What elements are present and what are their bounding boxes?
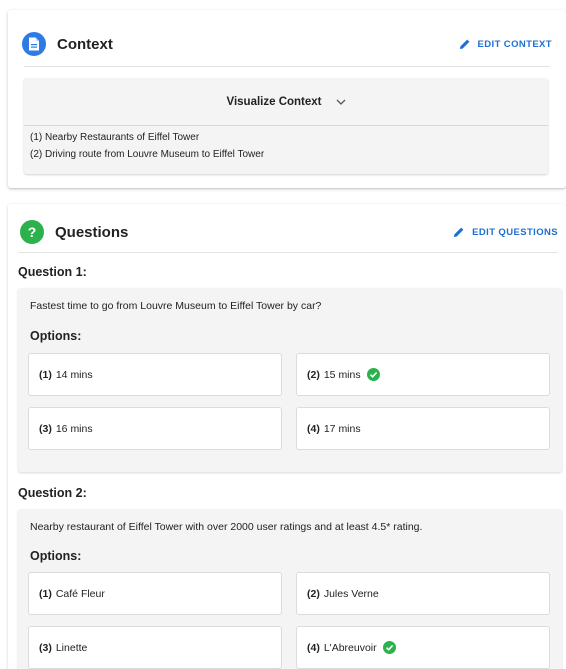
check-circle-icon: [366, 368, 380, 381]
question-text: Fastest time to go from Louvre Museum to…: [30, 300, 322, 312]
context-title: Context: [57, 35, 113, 53]
visualize-context-toggle[interactable]: Visualize Context: [24, 92, 548, 112]
question-panel: Fastest time to go from Louvre Museum to…: [18, 288, 562, 472]
option-number: (1): [39, 368, 52, 381]
option-text: Linette: [55, 641, 88, 654]
question-label: Question 2:: [18, 486, 87, 500]
context-card: Context EDIT CONTEXT Visualize Context (…: [8, 10, 566, 188]
options-label: Options:: [30, 329, 82, 343]
edit-context-button[interactable]: EDIT CONTEXT: [459, 38, 552, 50]
option-number: (1): [39, 587, 52, 600]
question-text: Nearby restaurant of Eiffel Tower with o…: [30, 521, 423, 533]
check-circle-icon: [382, 641, 396, 654]
option-text: 16 mins: [55, 422, 93, 435]
option-button[interactable]: (4) 17 mins: [296, 407, 550, 450]
option-text: Café Fleur: [55, 587, 105, 600]
pencil-icon: [454, 227, 464, 237]
option-number: (4): [307, 641, 320, 654]
svg-text:?: ?: [28, 225, 37, 239]
edit-context-label: EDIT CONTEXT: [477, 38, 552, 50]
context-header: Context EDIT CONTEXT: [8, 16, 566, 72]
option-button[interactable]: (4) L'Abreuvoir: [296, 626, 550, 669]
question-panel: Nearby restaurant of Eiffel Tower with o…: [18, 509, 562, 669]
chevron-down-icon: [336, 99, 345, 105]
visualize-context-title: Visualize Context: [226, 96, 322, 108]
option-text: L'Abreuvoir: [323, 641, 377, 654]
options-label: Options:: [30, 549, 82, 563]
option-number: (3): [39, 422, 52, 435]
context-item: (1) Nearby Restaurants of Eiffel Tower: [30, 132, 200, 143]
document-icon: [22, 32, 46, 56]
option-number: (2): [307, 368, 320, 381]
questions-title: Questions: [55, 223, 129, 241]
option-button[interactable]: (3) Linette: [28, 626, 282, 669]
edit-questions-button[interactable]: EDIT QUESTIONS: [453, 226, 558, 238]
option-button[interactable]: (1) 14 mins: [28, 353, 282, 396]
question-label: Question 1:: [18, 265, 87, 279]
option-text: Jules Verne: [323, 587, 379, 600]
pencil-icon: [459, 39, 469, 49]
option-text: 14 mins: [55, 368, 93, 381]
questions-divider: [18, 252, 558, 253]
question-mark-icon: ?: [20, 220, 44, 244]
option-number: (2): [307, 587, 320, 600]
visualize-context-panel: Visualize Context (1) Nearby Restaurants…: [24, 78, 548, 174]
option-number: (4): [307, 422, 320, 435]
context-divider: [24, 66, 550, 67]
questions-card: ? Questions EDIT QUESTIONS Question 1: F…: [8, 204, 566, 669]
option-button[interactable]: (2) Jules Verne: [296, 572, 550, 615]
option-text: 17 mins: [323, 422, 361, 435]
edit-questions-label: EDIT QUESTIONS: [472, 226, 558, 238]
option-button[interactable]: (1) Café Fleur: [28, 572, 282, 615]
option-button[interactable]: (3) 16 mins: [28, 407, 282, 450]
option-button[interactable]: (2) 15 mins: [296, 353, 550, 396]
option-number: (3): [39, 641, 52, 654]
visualize-divider: [24, 125, 548, 126]
context-item: (2) Driving route from Louvre Museum to …: [30, 149, 265, 160]
option-text: 15 mins: [323, 368, 361, 381]
